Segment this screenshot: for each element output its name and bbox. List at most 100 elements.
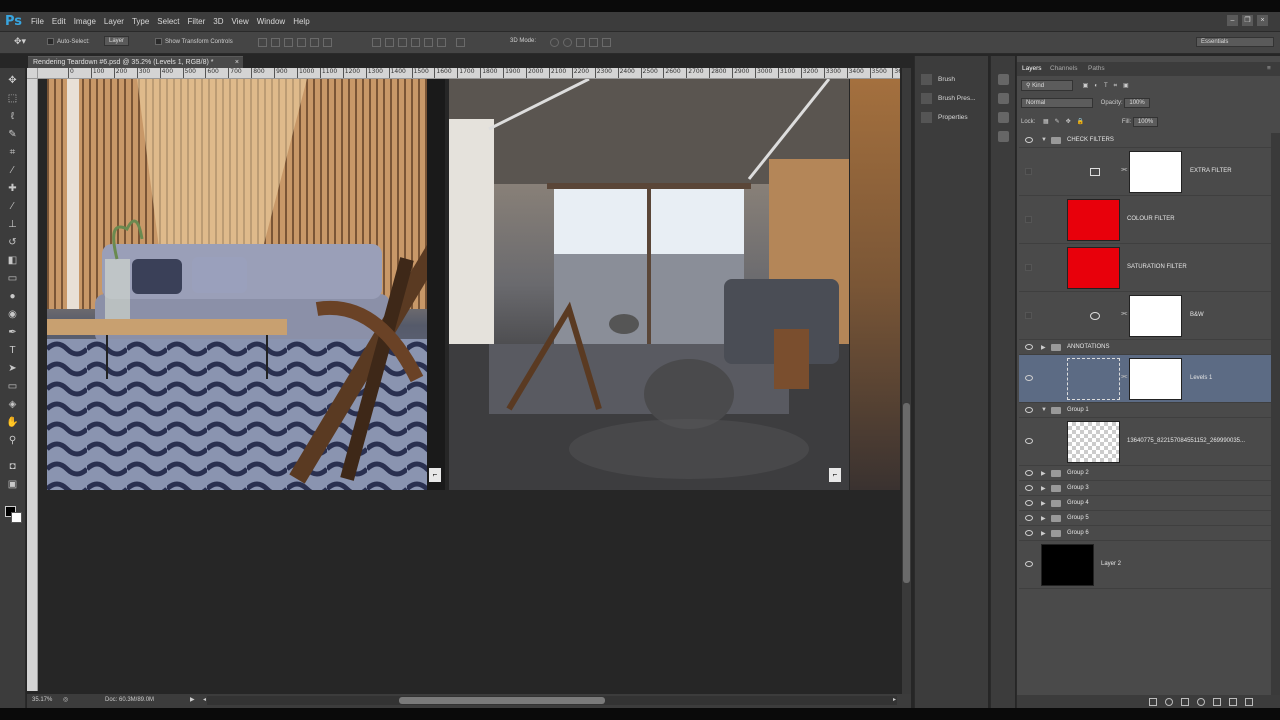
distribute-top-icon[interactable] <box>372 38 381 47</box>
scroll-left-icon[interactable]: ◂ <box>203 696 206 703</box>
eraser-tool-icon[interactable]: ◧ <box>5 254 20 268</box>
layer-thumbnail[interactable] <box>1067 421 1120 463</box>
quick-mask-icon[interactable]: ◘ <box>5 460 20 474</box>
close-tab-icon[interactable]: × <box>235 59 239 66</box>
visibility-eye-icon[interactable] <box>1025 530 1033 536</box>
properties-button[interactable]: Properties <box>921 112 968 123</box>
layer-thumbnail[interactable] <box>1067 247 1120 289</box>
align-right-icon[interactable] <box>323 38 332 47</box>
expand-arrow-icon[interactable]: ▼ <box>1041 137 1047 143</box>
close-icon[interactable]: × <box>1257 15 1268 26</box>
new-group-icon[interactable] <box>1213 698 1221 706</box>
layer-mask-thumbnail[interactable] <box>1129 358 1182 400</box>
menu-3d[interactable]: 3D <box>213 17 229 26</box>
3d-tool-icon[interactable]: ◈ <box>5 398 20 412</box>
dodge-tool-icon[interactable]: ◉ <box>5 308 20 322</box>
layer-style-icon[interactable] <box>1165 698 1173 706</box>
layer-saturation-filter[interactable]: SATURATION FILTER <box>1019 244 1271 292</box>
background-color-swatch[interactable] <box>11 512 22 523</box>
document-tab[interactable]: Rendering Teardown #6.psd @ 35.2% (Level… <box>28 56 243 68</box>
filter-type-icons[interactable]: ▣◐T⌗▣ <box>1083 83 1135 89</box>
history-icon[interactable] <box>998 74 1009 85</box>
pen-tool-icon[interactable]: ✒ <box>5 326 20 340</box>
align-vcenter-icon[interactable] <box>271 38 280 47</box>
visibility-off-icon[interactable] <box>1025 216 1032 223</box>
brush-panel-button[interactable]: Brush <box>921 74 955 85</box>
auto-select-checkbox[interactable]: Auto-Select: <box>47 38 90 45</box>
blur-tool-icon[interactable]: ● <box>5 290 20 304</box>
healing-tool-icon[interactable]: ✚ <box>5 182 20 196</box>
distribute-right-icon[interactable] <box>437 38 446 47</box>
move-tool-icon[interactable]: ✥ <box>5 74 20 88</box>
align-bottom-icon[interactable] <box>284 38 293 47</box>
layer-2[interactable]: Layer 2 <box>1019 541 1271 589</box>
screen-mode-icon[interactable]: ▣ <box>5 478 20 492</box>
brush-tool-icon[interactable]: ⁄ <box>5 200 20 214</box>
align-top-icon[interactable] <box>258 38 267 47</box>
layer-mask-thumbnail[interactable] <box>1129 295 1182 337</box>
horizontal-scrollbar[interactable] <box>207 696 897 705</box>
zoom-level[interactable]: 35.17% <box>32 697 52 703</box>
vertical-ruler[interactable] <box>27 79 38 691</box>
align-hcenter-icon[interactable] <box>310 38 319 47</box>
visibility-off-icon[interactable] <box>1025 264 1032 271</box>
panel-menu-icon[interactable]: ≡ <box>1267 65 1271 72</box>
shape-tool-icon[interactable]: ▭ <box>5 380 20 394</box>
minimize-icon[interactable]: – <box>1227 15 1238 26</box>
link-icon[interactable]: ⫘ <box>1121 373 1127 381</box>
layer-group-1[interactable]: ▼ Group 1 <box>1019 403 1271 418</box>
3d-scale-icon[interactable] <box>602 38 611 47</box>
type-tool-icon[interactable]: T <box>5 344 20 358</box>
layer-thumbnail[interactable] <box>1041 544 1094 586</box>
horizontal-ruler[interactable]: 0 100 200 300 400 500 600 700 800 900 1000 1100 1200… <box>38 68 900 79</box>
auto-select-dropdown[interactable]: Layer <box>104 36 130 46</box>
restore-icon[interactable]: ❐ <box>1242 15 1253 26</box>
menu-file[interactable]: File <box>31 17 50 26</box>
collapse-arrow-icon[interactable]: ▶ <box>1041 344 1046 351</box>
menu-type[interactable]: Type <box>132 17 155 26</box>
layer-group-annotations[interactable]: ▶ ANNOTATIONS <box>1019 340 1271 355</box>
move-tool-icon[interactable]: ✥▾ <box>14 36 26 47</box>
layer-bw[interactable]: ⫘ B&W <box>1019 292 1271 340</box>
distribute-left-icon[interactable] <box>411 38 420 47</box>
opacity-field[interactable]: 100% <box>1124 98 1150 108</box>
layer-group-4[interactable]: ▶ Group 4 <box>1019 496 1271 511</box>
zoom-tool-icon[interactable]: ⚲ <box>5 434 20 448</box>
lock-icons[interactable]: ▦✎✥🔒 <box>1043 119 1090 125</box>
layer-levels-1[interactable]: ⫘ Levels 1 <box>1019 355 1271 403</box>
tab-paths[interactable]: Paths <box>1088 65 1105 72</box>
horizontal-scroll-thumb[interactable] <box>399 697 605 704</box>
path-select-tool-icon[interactable]: ➤ <box>5 362 20 376</box>
lasso-tool-icon[interactable]: ℓ <box>5 110 20 124</box>
layer-mask-thumbnail[interactable] <box>1129 151 1182 193</box>
status-menu-arrow-icon[interactable]: ▶ <box>190 696 195 703</box>
fill-field[interactable]: 100% <box>1132 117 1159 127</box>
menu-filter[interactable]: Filter <box>188 17 212 26</box>
visibility-eye-icon[interactable] <box>1025 500 1033 506</box>
visibility-eye-icon[interactable] <box>1025 470 1033 476</box>
tab-layers[interactable]: Layers <box>1022 65 1042 72</box>
menu-help[interactable]: Help <box>293 17 315 26</box>
visibility-eye-icon[interactable] <box>1025 515 1033 521</box>
menu-select[interactable]: Select <box>157 17 185 26</box>
eyedropper-tool-icon[interactable]: ⁄ <box>5 164 20 178</box>
collapse-arrow-icon[interactable]: ▶ <box>1041 500 1046 507</box>
document-canvas[interactable]: ⌐ ⌐ <box>38 79 900 691</box>
expand-arrow-icon[interactable]: ▼ <box>1041 407 1047 413</box>
character-icon[interactable] <box>998 112 1009 123</box>
collapse-arrow-icon[interactable]: ▶ <box>1041 515 1046 522</box>
brush-presets-button[interactable]: Brush Pres... <box>921 93 976 104</box>
visibility-eye-icon[interactable] <box>1025 561 1033 567</box>
visibility-off-icon[interactable] <box>1025 168 1032 175</box>
new-layer-icon[interactable] <box>1229 698 1237 706</box>
distribute-hcenter-icon[interactable] <box>424 38 433 47</box>
menu-image[interactable]: Image <box>74 17 102 26</box>
blend-mode-dropdown[interactable]: Normal <box>1021 98 1093 108</box>
visibility-eye-icon[interactable] <box>1025 407 1033 413</box>
distribute-bottom-icon[interactable] <box>398 38 407 47</box>
vertical-scrollbar[interactable] <box>902 68 911 694</box>
visibility-eye-icon[interactable] <box>1025 375 1033 381</box>
layer-colour-filter[interactable]: COLOUR FILTER <box>1019 196 1271 244</box>
auto-align-icon[interactable] <box>456 38 465 47</box>
link-icon[interactable]: ⫘ <box>1121 310 1127 318</box>
